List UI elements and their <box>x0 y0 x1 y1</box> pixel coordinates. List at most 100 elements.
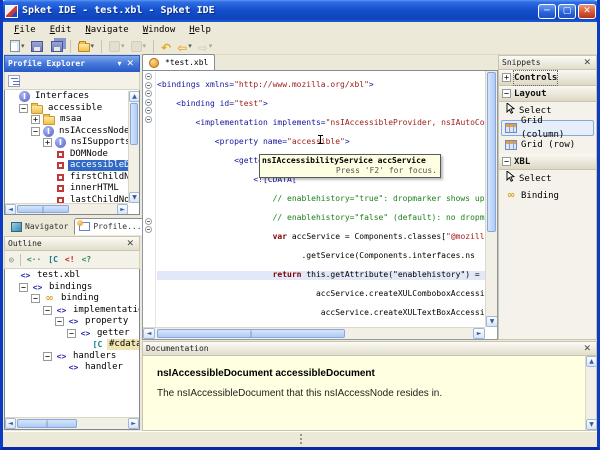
expander-icon[interactable]: − <box>67 329 76 338</box>
title-bar[interactable]: Spket IDE - test.xbl - Spket IDE ─ ▢ ✕ <box>0 0 600 22</box>
outline-tree-item-getter[interactable]: −getter <box>5 328 139 340</box>
scroll-down-icon[interactable]: ▼ <box>586 419 597 430</box>
profile-tree-item-nsisupports[interactable]: +nsISupports <box>5 137 128 149</box>
outline-tree-item-handler[interactable]: −handler <box>5 362 139 374</box>
outline-tree-hscrollbar[interactable]: ◄ ► <box>5 417 139 429</box>
editor-hscrollbar[interactable]: ◄ ► <box>143 327 485 339</box>
save-button[interactable] <box>29 40 45 53</box>
editor-tab-test-xbl[interactable]: *test.xbl <box>142 54 215 70</box>
fold-collapse-icon[interactable] <box>145 107 152 114</box>
sash-grip[interactable] <box>300 434 302 446</box>
section-expander-icon[interactable]: − <box>502 89 511 98</box>
scroll-left-icon[interactable]: ◄ <box>5 204 16 215</box>
outline-tree-item-binding[interactable]: −binding <box>5 293 139 305</box>
profile-tree-item-domnode[interactable]: −DOMNode <box>5 149 128 161</box>
scroll-right-icon[interactable]: ► <box>128 418 139 429</box>
fold-collapse-icon[interactable] <box>145 73 152 80</box>
scroll-up-icon[interactable]: ▲ <box>129 91 140 102</box>
fold-collapse-icon[interactable] <box>145 226 152 233</box>
menu-edit[interactable]: Edit <box>43 22 79 38</box>
scroll-down-icon[interactable]: ▼ <box>129 192 140 203</box>
maximize-button[interactable]: ▢ <box>558 4 576 19</box>
new-file-button[interactable]: ▾ <box>8 39 27 53</box>
dropdown-arrow-icon[interactable]: ▾ <box>21 42 25 50</box>
outline-header[interactable]: Outline ✕ <box>4 236 140 251</box>
dropdown-arrow-icon[interactable]: ▾ <box>91 42 95 50</box>
scroll-thumb[interactable] <box>487 72 496 232</box>
profile-explorer-close-icon[interactable]: ✕ <box>124 58 136 70</box>
outline-close-icon[interactable]: ✕ <box>124 238 136 250</box>
close-button[interactable]: ✕ <box>578 4 596 19</box>
expander-icon[interactable]: − <box>43 352 52 361</box>
scroll-thumb[interactable] <box>157 329 345 338</box>
profile-tree-item-innerhtml[interactable]: −innerHTML <box>5 183 128 195</box>
docs-vscrollbar[interactable]: ▲ ▼ <box>585 356 596 430</box>
snippets-header[interactable]: Snippets ✕ <box>498 55 597 70</box>
menu-file[interactable]: File <box>7 22 43 38</box>
documentation-header[interactable]: Documentation ✕ <box>142 341 597 356</box>
outline-tree-item-handlers[interactable]: −handlers <box>5 351 139 363</box>
code-text[interactable]: <bindings xmlns="http://www.mozilla.org/… <box>157 72 485 327</box>
dropdown-arrow-icon[interactable]: ▾ <box>188 42 192 50</box>
scroll-thumb[interactable] <box>17 419 77 428</box>
outline-tree-item-test-xbl[interactable]: −test.xbl <box>5 270 139 282</box>
open-snippet-button[interactable]: ▾ <box>76 40 97 53</box>
snippet-section-layout[interactable]: −Layout <box>499 86 596 102</box>
expander-icon[interactable]: − <box>55 317 64 326</box>
outline-tree-item-bindings[interactable]: −bindings <box>5 282 139 294</box>
fold-collapse-icon[interactable] <box>145 90 152 97</box>
outline-tree-item-cdata[interactable]: −#cdata <box>5 339 139 351</box>
scroll-up-icon[interactable]: ▲ <box>586 356 597 367</box>
profile-explorer-header[interactable]: Profile Explorer ▾ ✕ <box>4 55 140 72</box>
snippet-binding[interactable]: Binding <box>501 188 594 204</box>
scroll-thumb[interactable] <box>17 205 69 213</box>
snippet-section-xbl[interactable]: −XBL <box>499 154 596 170</box>
snippet-select[interactable]: Select <box>501 171 594 187</box>
view-menu-icon[interactable]: ▾ <box>114 58 124 70</box>
view-tab-profile[interactable]: Profile... <box>74 218 146 235</box>
snippet-section-controls[interactable]: +Controls <box>499 70 596 86</box>
scroll-down-icon[interactable]: ▼ <box>486 316 498 327</box>
cdata-icon[interactable]: [C <box>47 253 59 267</box>
view-tab-navigator[interactable]: Navigator <box>6 218 73 235</box>
expander-icon[interactable]: + <box>31 115 40 124</box>
fold-collapse-icon[interactable] <box>145 218 152 225</box>
profile-tree-vscrollbar[interactable]: ▲ ▼ <box>128 91 139 203</box>
save-all-button[interactable] <box>47 40 65 53</box>
section-expander-icon[interactable]: + <box>502 73 511 82</box>
section-expander-icon[interactable]: − <box>502 157 511 166</box>
profile-tree-item-msaa[interactable]: +msaa <box>5 114 128 126</box>
scroll-right-icon[interactable]: ► <box>473 328 485 339</box>
editor-vscrollbar[interactable]: ▼ <box>485 71 497 327</box>
scroll-thumb[interactable] <box>130 103 138 145</box>
scroll-left-icon[interactable]: ◄ <box>5 418 16 429</box>
expander-icon[interactable]: − <box>19 104 28 113</box>
sort-icon[interactable]: ◎ <box>8 253 15 267</box>
profile-tree-item-accessible[interactable]: −accessible <box>5 103 128 115</box>
expander-icon[interactable]: − <box>31 294 40 303</box>
profile-tree-item-nsiaccessnode[interactable]: −nsIAccessNode <box>5 126 128 138</box>
pi-icon[interactable]: <? <box>81 253 93 267</box>
fold-collapse-icon[interactable] <box>145 82 152 89</box>
profile-tree-item-accessibledo[interactable]: −accessibleDo <box>5 160 128 172</box>
fold-collapse-icon[interactable] <box>145 116 152 123</box>
tree-mode-icon[interactable] <box>8 75 20 87</box>
outline-tree-item-implementation[interactable]: −implementation <box>5 305 139 317</box>
profile-tree-hscrollbar[interactable]: ◄ ► <box>5 203 128 214</box>
code-editor[interactable]: <bindings xmlns="http://www.mozilla.org/… <box>142 71 498 340</box>
attributes-icon[interactable]: <·· <box>26 253 42 267</box>
outline-tree-item-property[interactable]: −property <box>5 316 139 328</box>
snippet-grid-column[interactable]: Grid (column) <box>501 120 594 136</box>
fold-collapse-icon[interactable] <box>145 99 152 106</box>
profile-tree-item-lastchildnod[interactable]: −lastChildNod <box>5 195 128 204</box>
profile-tree-item-firstchildno[interactable]: −firstChildNo <box>5 172 128 184</box>
expander-icon[interactable]: − <box>43 306 52 315</box>
minimize-button[interactable]: ─ <box>538 4 556 19</box>
scroll-left-icon[interactable]: ◄ <box>143 328 155 339</box>
expander-icon[interactable]: − <box>31 127 40 136</box>
comment-icon[interactable]: <! <box>64 253 76 267</box>
menu-navigate[interactable]: Navigate <box>78 22 135 38</box>
snippets-close-icon[interactable]: ✕ <box>581 57 593 69</box>
profile-tree-item-interfaces[interactable]: −Interfaces <box>5 91 128 103</box>
scroll-right-icon[interactable]: ► <box>117 204 128 215</box>
